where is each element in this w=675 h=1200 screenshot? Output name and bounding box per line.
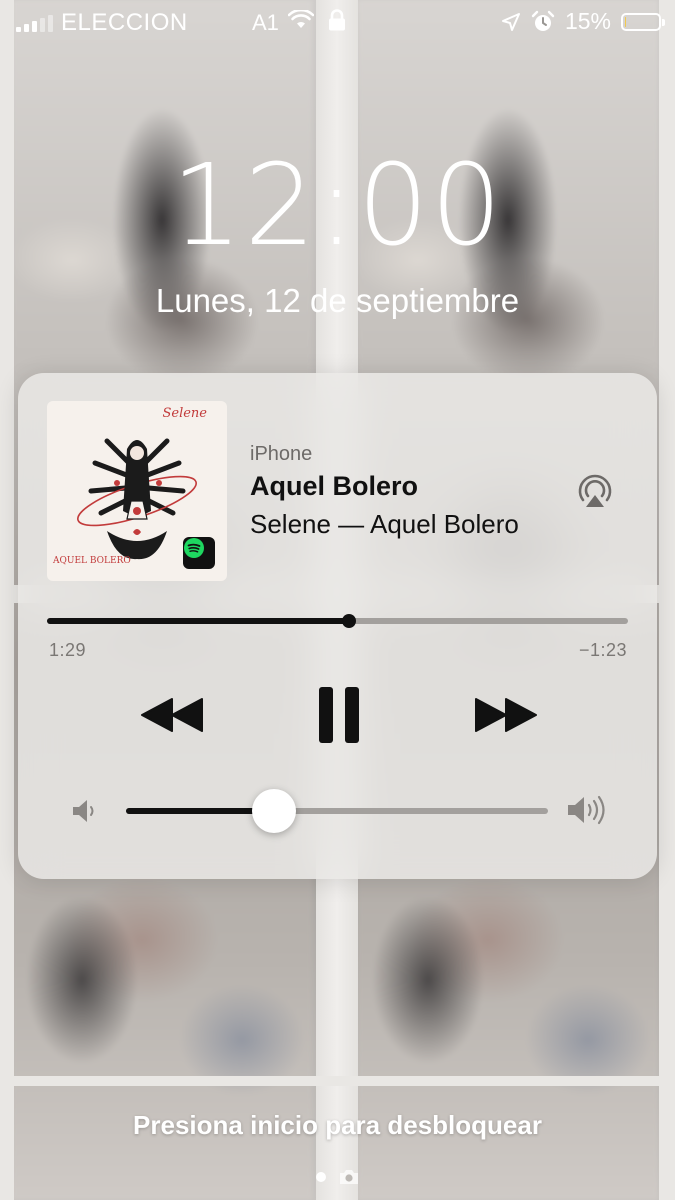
- album-artwork[interactable]: Selene AQUEL BOLERO: [47, 401, 227, 581]
- spotify-icon: [183, 537, 215, 569]
- battery-percent: 15%: [564, 8, 611, 34]
- rewind-button[interactable]: [130, 685, 214, 745]
- network-type: A1: [252, 10, 279, 35]
- playback-progress-fill: [47, 618, 350, 624]
- volume-slider[interactable]: [126, 789, 548, 833]
- unlock-hint: Presiona inicio para desbloquear: [133, 1110, 542, 1140]
- camera-icon[interactable]: [338, 1168, 360, 1186]
- volume-slider-handle[interactable]: [251, 789, 296, 833]
- track-title: Aquel Bolero: [250, 471, 419, 501]
- playback-scrubber-handle[interactable]: [342, 614, 357, 628]
- speaker-high-icon: [568, 795, 605, 825]
- signal-icon: [16, 14, 53, 32]
- page-dot-active: [315, 1172, 326, 1182]
- time-elapsed: 1:29: [49, 640, 87, 660]
- location-arrow-icon: [501, 12, 520, 31]
- track-artist-album: Selene — Aquel Bolero: [250, 509, 519, 539]
- fast-forward-icon: [475, 698, 537, 732]
- wallpaper-divider: [0, 1076, 675, 1086]
- status-bar: ELECCION A1 15%: [0, 0, 675, 44]
- album-artist-script: Selene: [162, 406, 207, 421]
- pause-icon: [319, 687, 359, 743]
- fast-forward-button[interactable]: [464, 685, 548, 745]
- play-pause-button[interactable]: [303, 685, 375, 745]
- now-playing-card: Selene AQUEL BOLERO iPhone Aquel Bolero …: [18, 373, 657, 879]
- playback-source: iPhone: [250, 443, 313, 465]
- lock-icon: [329, 9, 345, 31]
- battery-level: [625, 16, 627, 27]
- time-remaining: −1:23: [578, 640, 627, 660]
- carrier-name: ELECCION: [61, 9, 188, 36]
- page-indicator: [0, 1168, 675, 1186]
- lock-screen-date: Lunes, 12 de septiembre: [155, 282, 520, 319]
- playback-progress-bar[interactable]: [47, 614, 628, 628]
- battery-icon: [621, 12, 665, 31]
- wifi-icon: [288, 10, 314, 28]
- airplay-icon[interactable]: [576, 473, 614, 511]
- rewind-icon: [141, 698, 203, 732]
- speaker-low-icon: [73, 800, 94, 822]
- album-title-script: AQUEL BOLERO: [52, 556, 131, 566]
- alarm-icon: [531, 10, 555, 31]
- lock-screen-clock: 12:00: [171, 141, 504, 271]
